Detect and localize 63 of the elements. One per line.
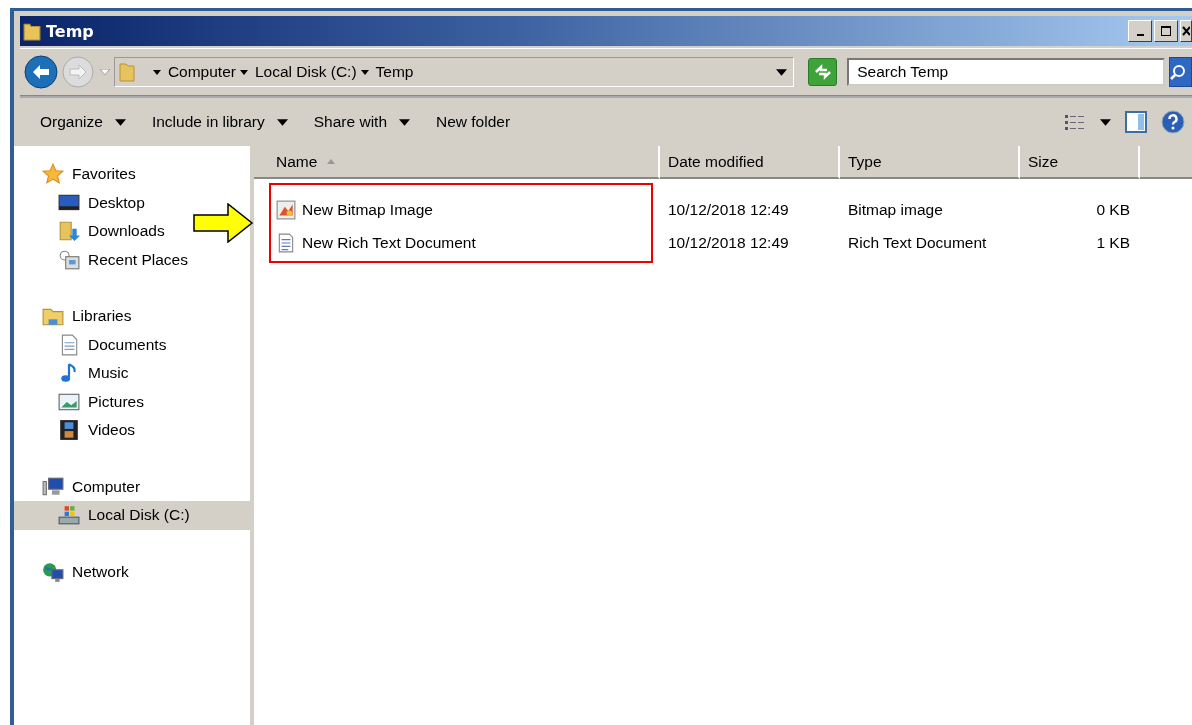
close-icon — [1182, 25, 1190, 37]
sidebar-item[interactable]: Videos — [14, 416, 140, 445]
column-header[interactable]: Name — [254, 146, 660, 179]
breadcrumb[interactable]: Computer — [167, 63, 236, 81]
close-button[interactable] — [1180, 20, 1192, 42]
table-cell-text: 0 KB — [1095, 200, 1131, 219]
table-cell-text: 10/12/2018 12:49 — [667, 233, 790, 252]
caret-icon[interactable] — [399, 118, 410, 126]
window-title: Temp — [46, 21, 94, 41]
table-cell-text: Bitmap image — [847, 200, 944, 219]
address-bar[interactable]: Computer Local Disk (C:) Temp — [113, 57, 794, 87]
minimize-button[interactable] — [1128, 20, 1152, 42]
breadcrumb[interactable]: Temp — [375, 63, 414, 81]
sidebar-item[interactable]: Music — [14, 359, 133, 388]
history-caret-icon[interactable] — [100, 69, 110, 75]
pointer-arrow — [192, 203, 254, 243]
network-icon — [42, 560, 64, 583]
recent-icon — [58, 248, 80, 271]
refresh-button[interactable] — [807, 58, 838, 86]
search-field[interactable]: Search Temp — [847, 58, 1165, 86]
column-header[interactable]: Size — [1020, 146, 1140, 179]
toolbar-button[interactable]: Share with — [303, 109, 397, 135]
sidebar-item[interactable]: Pictures — [14, 387, 148, 416]
sidebar-item[interactable]: Libraries — [14, 302, 136, 331]
minimize-icon — [1136, 34, 1144, 36]
disk-icon — [58, 504, 80, 527]
caret-icon[interactable] — [360, 69, 369, 75]
table-cell-text: Rich Text Document — [847, 233, 988, 252]
document-file-icon — [276, 232, 296, 253]
dropdown-caret-icon[interactable] — [775, 68, 787, 76]
search-icon — [1169, 64, 1186, 80]
back-button[interactable] — [22, 54, 60, 90]
caret-icon[interactable] — [276, 118, 288, 126]
sidebar-item[interactable]: Local Disk (C:) — [14, 501, 250, 530]
breadcrumb[interactable]: Local Disk (C:) — [254, 63, 357, 81]
toolbar-button[interactable]: New folder — [426, 109, 521, 135]
search-button[interactable] — [1168, 57, 1192, 87]
folder-icon — [118, 61, 135, 83]
sidebar-item[interactable]: Desktop — [14, 188, 149, 217]
table-cell-text: 10/12/2018 12:49 — [667, 200, 790, 219]
maximize-icon — [1160, 25, 1172, 37]
sidebar-item[interactable]: Downloads — [14, 217, 169, 246]
caret-icon[interactable] — [152, 69, 161, 75]
toolbar-button[interactable]: Include in library — [141, 109, 275, 135]
caret-icon[interactable] — [114, 118, 126, 126]
videos-icon — [58, 419, 80, 442]
maximize-button[interactable] — [1154, 20, 1178, 42]
computer-icon — [42, 475, 64, 498]
sidebar-item[interactable]: Favorites — [14, 160, 140, 189]
sidebar-item[interactable]: Documents — [14, 330, 171, 359]
sidebar-item[interactable]: Computer — [14, 472, 145, 501]
toolbar-button[interactable]: Organize — [30, 109, 113, 135]
downloads-icon — [58, 220, 80, 243]
table-cell-text: 1 KB — [1095, 233, 1131, 252]
file-name[interactable]: New Rich Text Document — [254, 232, 660, 253]
caret-icon[interactable] — [239, 69, 248, 75]
column-header[interactable]: Type — [840, 146, 1020, 179]
column-header[interactable]: Date modified — [660, 146, 840, 179]
sidebar-item[interactable]: Network — [14, 557, 133, 586]
image-file-icon — [276, 199, 296, 220]
sidebar-item[interactable]: Recent Places — [14, 245, 192, 274]
star-icon — [42, 163, 64, 186]
file-name[interactable]: New Bitmap Image — [254, 199, 660, 220]
